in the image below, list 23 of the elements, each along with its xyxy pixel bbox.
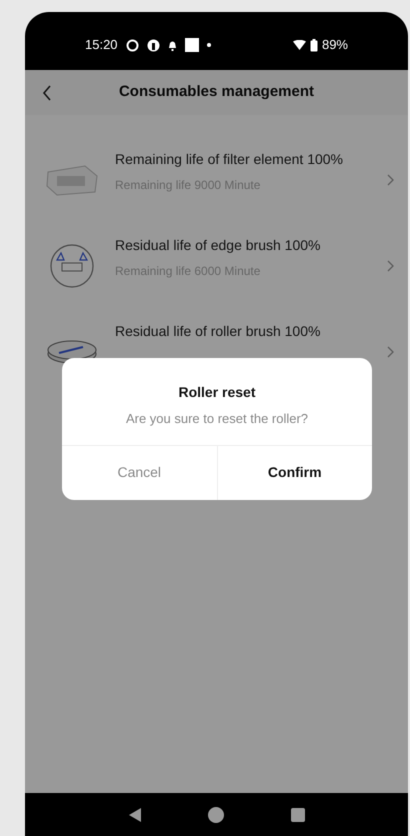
- dialog-title: Roller reset: [178, 383, 256, 402]
- notification-icon: [168, 40, 177, 50]
- confirm-button[interactable]: Confirm: [216, 446, 372, 500]
- chevron-icon: [387, 346, 394, 358]
- circle-icon: [126, 38, 139, 52]
- item-title: Residual life of roller brush 100%: [115, 322, 322, 341]
- wifi-icon: [292, 40, 306, 50]
- item-title: Residual life of edge brush 100%: [115, 236, 322, 255]
- battery-icon: [310, 38, 318, 52]
- chevron-icon: [387, 260, 394, 272]
- page-title: Consumables management: [118, 82, 314, 102]
- brush-icon: [49, 243, 95, 289]
- chevron-icon: [387, 174, 394, 186]
- square-icon: [184, 38, 199, 52]
- back-nav-icon[interactable]: [128, 806, 142, 822]
- cancel-button[interactable]: Cancel: [62, 446, 216, 500]
- status-time: 15:20: [85, 36, 118, 54]
- back-icon[interactable]: [42, 84, 52, 100]
- recents-nav-icon[interactable]: [290, 808, 305, 822]
- battery-level: 89%: [322, 36, 348, 54]
- home-nav-icon[interactable]: [208, 806, 224, 822]
- dialog-message: Are you sure to reset the roller?: [126, 410, 308, 428]
- item-title: Remaining life of filter element 100%: [115, 150, 344, 169]
